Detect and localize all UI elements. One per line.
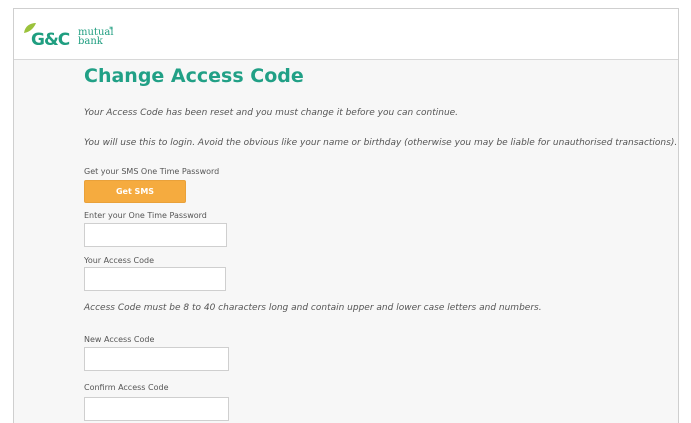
otp-input[interactable] (84, 223, 227, 247)
brand-name: G&C (31, 30, 70, 50)
brand-logo[interactable]: G&C mutual bank * (23, 22, 133, 52)
advice-text: You will use this to login. Avoid the ob… (84, 138, 678, 148)
sms-label: Get your SMS One Time Password (84, 167, 220, 176)
confirm-access-code-input[interactable] (84, 397, 229, 421)
access-code-rules-text: Access Code must be 8 to 40 characters l… (84, 303, 542, 313)
get-sms-button[interactable]: Get SMS (84, 180, 186, 203)
current-access-code-input[interactable] (84, 267, 226, 291)
intro-text: Your Access Code has been reset and you … (84, 108, 459, 118)
browser-frame: G&C mutual bank * Change Access Code Your… (13, 8, 679, 423)
current-access-code-label: Your Access Code (84, 256, 155, 265)
otp-label: Enter your One Time Password (84, 211, 207, 220)
page-title: Change Access Code (84, 65, 304, 87)
confirm-access-code-label: Confirm Access Code (84, 383, 169, 392)
new-access-code-input[interactable] (84, 347, 229, 371)
site-header: G&C mutual bank * (14, 9, 678, 60)
brand-star: * (109, 25, 113, 34)
new-access-code-label: New Access Code (84, 335, 155, 344)
